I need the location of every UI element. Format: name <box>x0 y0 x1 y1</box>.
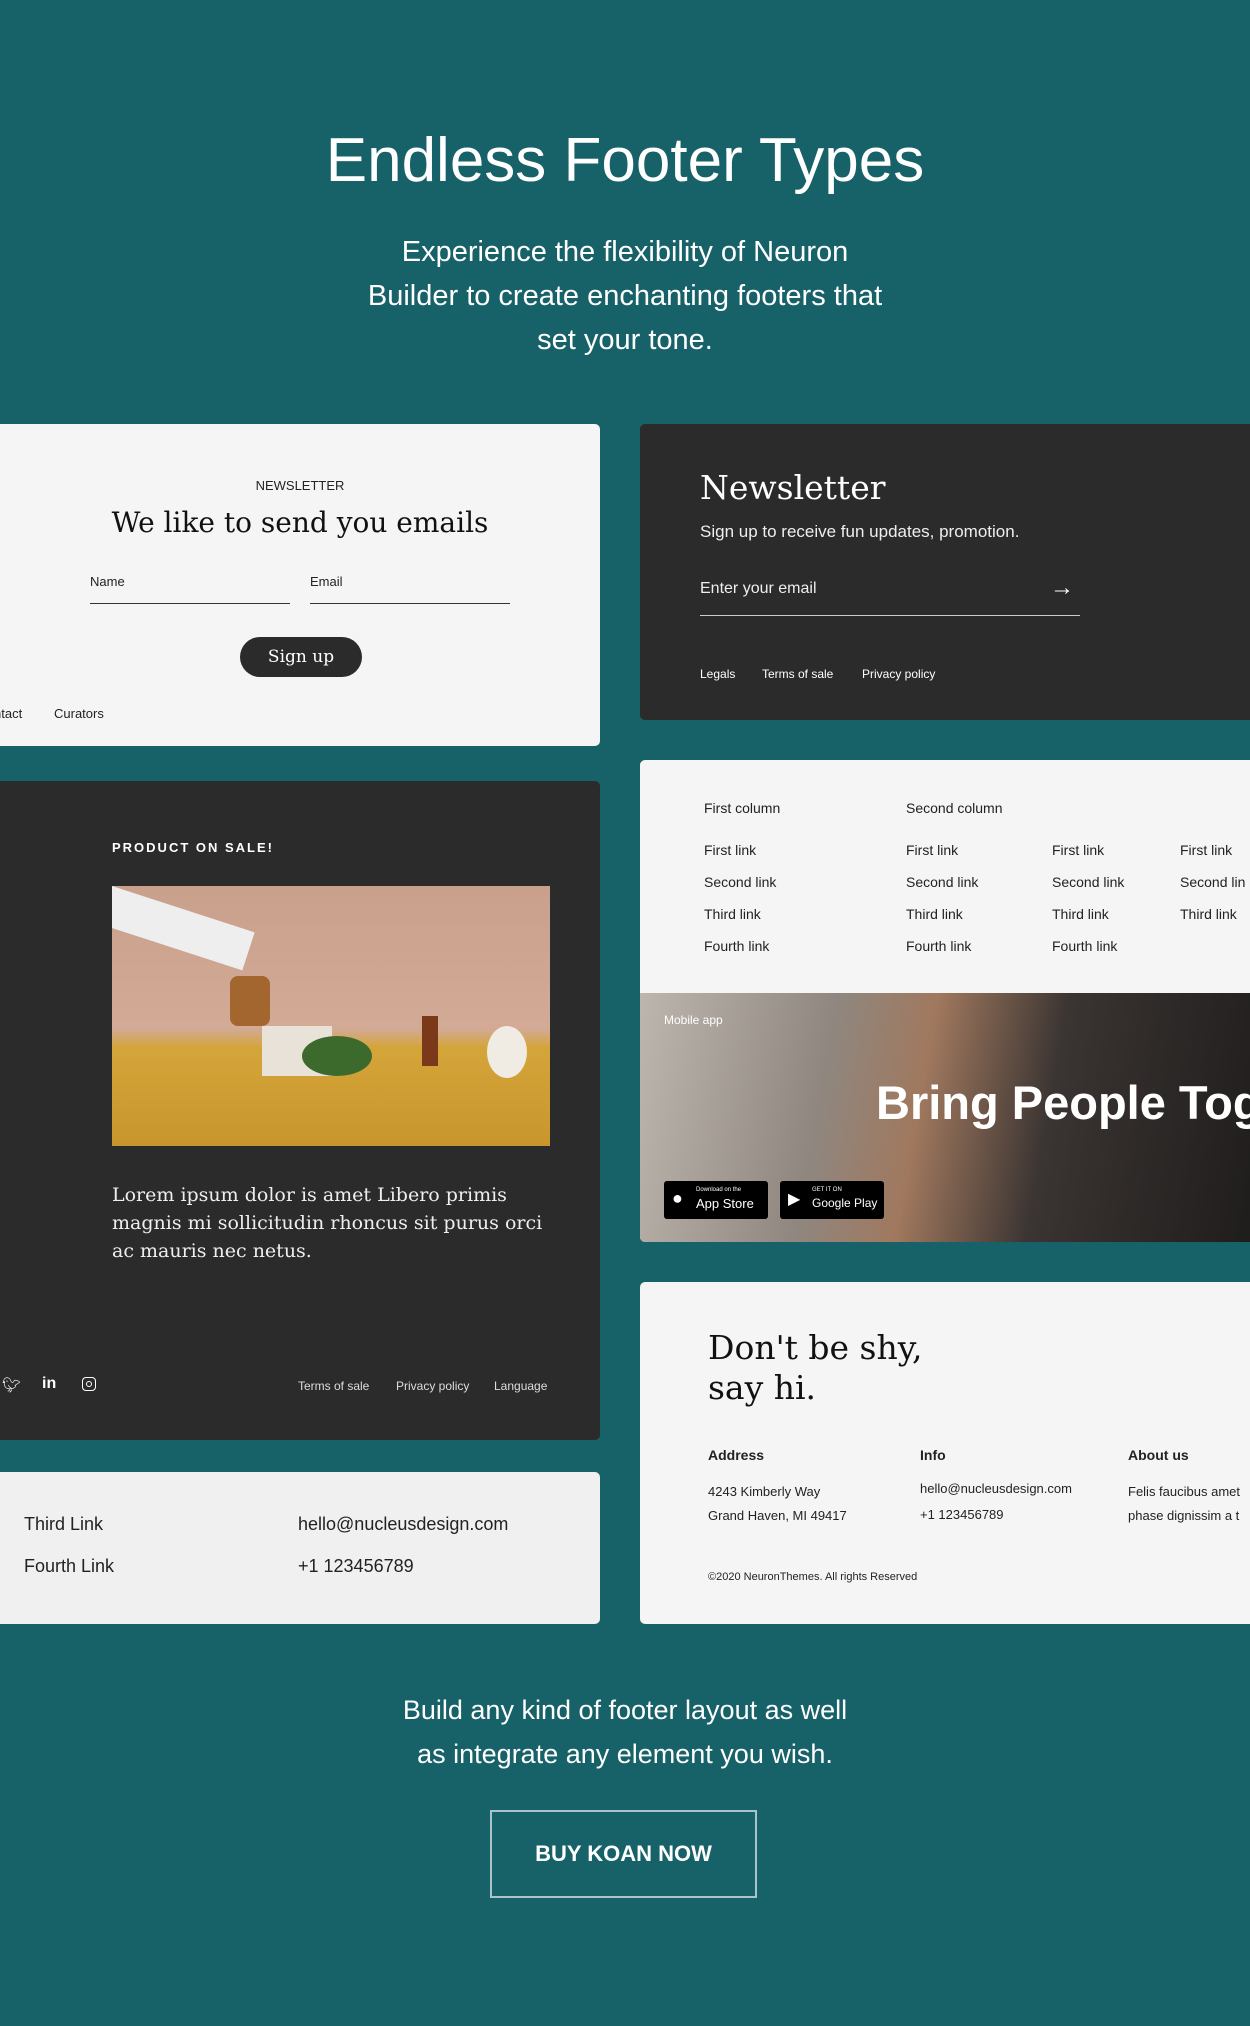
subtitle-line: set your tone. <box>537 324 713 356</box>
badge-big-text: App Store <box>696 1196 754 1211</box>
column-heading: First column <box>704 800 781 816</box>
email-input[interactable]: Email <box>310 574 510 604</box>
newsletter-heading: We like to send you emails <box>111 506 489 539</box>
footer-link[interactable]: Second link <box>704 874 776 890</box>
footer-link[interactable]: Third link <box>1052 906 1109 922</box>
address-line: Grand Haven, MI 49417 <box>708 1508 847 1523</box>
footer-link[interactable]: Second link <box>906 874 978 890</box>
arrow-right-icon[interactable]: → <box>1050 574 1074 602</box>
footer-link-language[interactable]: Language <box>494 1379 547 1393</box>
app-store-badge[interactable]: ● Download on the App Store <box>664 1181 768 1219</box>
newsletter-footer-light: NEWSLETTER We like to send you emails Na… <box>0 424 600 746</box>
badge-small-text: GET IT ON <box>812 1187 842 1193</box>
hourglass-shape <box>422 1016 438 1066</box>
newsletter-heading: Newsletter <box>700 468 886 507</box>
about-line: Felis faucibus amet <box>1128 1484 1240 1499</box>
column-heading: Second column <box>906 800 1003 816</box>
address-lines: 4243 Kimberly Way Grand Haven, MI 49417 <box>708 1480 847 1528</box>
badge-big-text: Google Play <box>812 1196 878 1210</box>
outro-text: Build any kind of footer layout as well … <box>0 1688 1250 1776</box>
play-icon: ▶ <box>788 1191 801 1208</box>
footer-link-legals[interactable]: Legals <box>700 667 735 681</box>
page-title: Endless Footer Types <box>325 126 925 195</box>
about-line: phase dignissim a t <box>1128 1508 1240 1523</box>
footer-link[interactable]: Second link <box>1052 874 1124 890</box>
address-title: Address <box>708 1447 765 1463</box>
linkedin-icon[interactable]: in <box>42 1375 56 1393</box>
sign-up-button[interactable]: Sign up <box>240 637 362 677</box>
footer-link-terms[interactable]: Terms of sale <box>762 667 833 681</box>
contact-footer-strip: Third Link Fourth Link hello@nucleusdesi… <box>0 1472 600 1624</box>
say-hi-footer: Don't be shy, say hi. Address 4243 Kimbe… <box>640 1282 1250 1624</box>
say-hi-heading: Don't be shy, say hi. <box>708 1328 922 1408</box>
plant-shape <box>302 1036 372 1076</box>
outro-line: as integrate any element you wish. <box>417 1739 833 1769</box>
newsletter-footer-dark: Newsletter Sign up to receive fun update… <box>640 424 1250 720</box>
heading-line: Don't be shy, <box>708 1328 923 1367</box>
info-email[interactable]: hello@nucleusdesign.com <box>920 1476 1072 1502</box>
apple-icon: ● <box>672 1188 683 1208</box>
address-line: 4243 Kimberly Way <box>708 1484 821 1499</box>
subtitle-line: Experience the flexibility of Neuron <box>401 236 849 268</box>
footer-link[interactable]: Second lin <box>1180 874 1245 890</box>
copyright: ©2020 NeuronThemes. All rights Reserved <box>708 1571 918 1583</box>
product-footer: PRODUCT ON SALE! Lorem ipsum dolor is am… <box>0 781 600 1440</box>
newsletter-eyebrow: NEWSLETTER <box>255 478 345 493</box>
footer-link[interactable]: First link <box>704 842 756 858</box>
footer-link[interactable]: First link <box>1180 842 1232 858</box>
app-heading: Bring People Tog <box>876 1076 1250 1129</box>
instagram-icon[interactable] <box>82 1377 96 1391</box>
footer-link[interactable]: Third link <box>906 906 963 922</box>
footer-link[interactable]: Third link <box>1180 906 1237 922</box>
footer-link-privacy[interactable]: Privacy policy <box>862 667 935 681</box>
heading-line: say hi. <box>708 1368 817 1407</box>
arm-shape <box>112 886 255 971</box>
twitter-icon[interactable]: 🐦︎ <box>2 1376 21 1394</box>
footer-link-fourth[interactable]: Fourth Link <box>24 1556 114 1577</box>
product-eyebrow: PRODUCT ON SALE! <box>112 840 274 855</box>
about-lines: Felis faucibus amet phase dignissim a t <box>1128 1480 1240 1528</box>
email-input[interactable]: Enter your email <box>700 580 1080 616</box>
badge-small-text: Download on the <box>696 1187 742 1193</box>
mobile-app-label: Mobile app <box>664 1013 723 1027</box>
footer-link[interactable]: Fourth link <box>704 938 769 954</box>
footer-link[interactable]: First link <box>906 842 958 858</box>
contact-phone: +1 123456789 <box>298 1556 414 1576</box>
footer-link-terms[interactable]: Terms of sale <box>298 1379 369 1393</box>
about-title: About us <box>1128 1447 1189 1463</box>
outro-line: Build any kind of footer layout as well <box>402 1695 848 1725</box>
page-subtitle: Experience the flexibility of Neuron Bui… <box>0 230 1250 362</box>
footer-link-curators[interactable]: Curators <box>54 706 104 721</box>
links-app-footer: First column Second column First link Sec… <box>640 760 1250 1242</box>
info-phone: +1 123456789 <box>920 1507 1004 1522</box>
footer-link-privacy[interactable]: Privacy policy <box>396 1379 469 1393</box>
mobile-app-banner: Mobile app Bring People Tog ● Download o… <box>640 993 1250 1242</box>
footer-link[interactable]: Fourth link <box>906 938 971 954</box>
subtitle-line: Builder to create enchanting footers tha… <box>367 280 883 312</box>
footer-link[interactable]: Fourth link <box>1052 938 1117 954</box>
google-play-badge[interactable]: ▶ GET IT ON Google Play <box>780 1181 884 1219</box>
info-title: Info <box>920 1447 946 1463</box>
info-lines: hello@nucleusdesign.com +1 123456789 <box>920 1476 1072 1528</box>
contact-email[interactable]: hello@nucleusdesign.com <box>298 1514 508 1535</box>
product-description: Lorem ipsum dolor is amet Libero primis … <box>112 1184 543 1262</box>
newsletter-subtitle: Sign up to receive fun updates, promotio… <box>700 522 1020 541</box>
footer-link[interactable]: Third link <box>704 906 761 922</box>
egg-shape <box>487 1026 527 1078</box>
footer-link-contact[interactable]: ntact <box>0 706 22 721</box>
jar-shape <box>230 976 270 1026</box>
buy-koan-button[interactable]: BUY KOAN NOW <box>490 1810 757 1898</box>
footer-link[interactable]: First link <box>1052 842 1104 858</box>
name-input[interactable]: Name <box>90 574 290 604</box>
footer-link-third[interactable]: Third Link <box>24 1514 103 1535</box>
product-image <box>112 886 550 1146</box>
